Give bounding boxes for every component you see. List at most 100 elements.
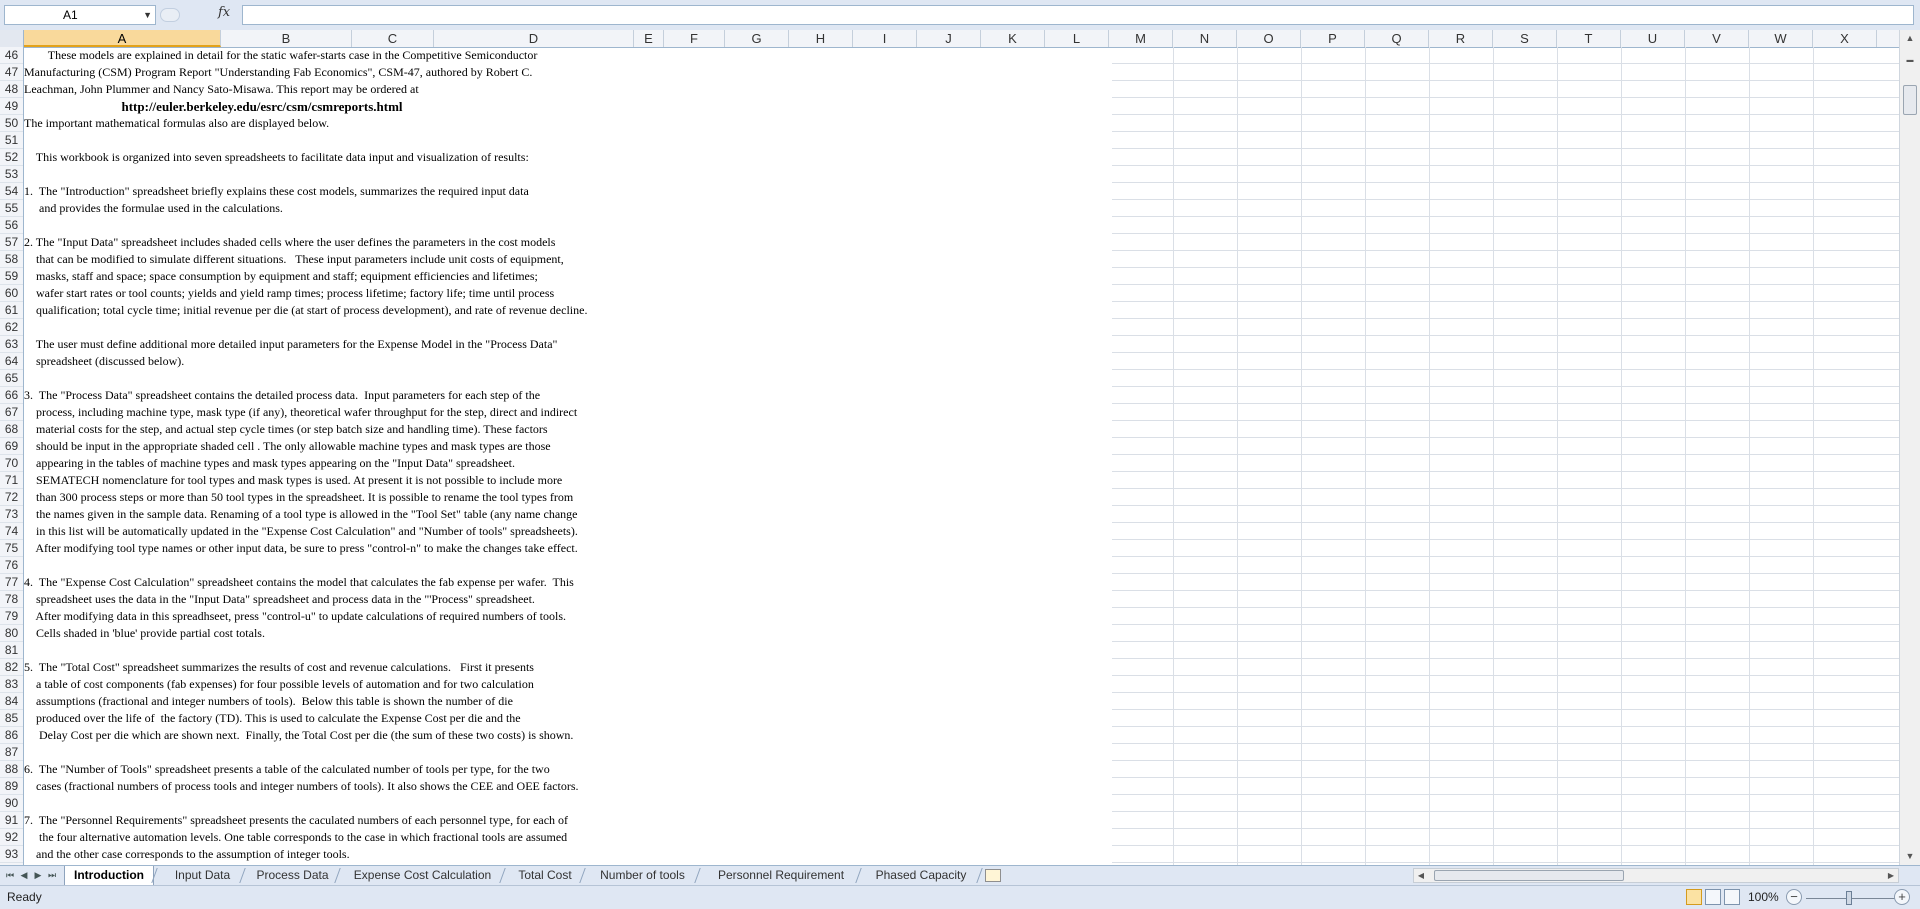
column-header-x[interactable]: X: [1813, 30, 1877, 47]
row-header[interactable]: 62: [0, 319, 23, 336]
row-header[interactable]: 75: [0, 540, 23, 557]
report-url-cell[interactable]: http://euler.berkeley.edu/esrc/csm/csmre…: [24, 98, 403, 115]
first-sheet-icon[interactable]: ⏮: [4, 868, 16, 882]
formula-bar-resize-handle[interactable]: [160, 8, 180, 22]
zoom-slider-thumb[interactable]: [1846, 891, 1852, 905]
row-header[interactable]: 85: [0, 710, 23, 727]
text-cell[interactable]: 6. The "Number of Tools" spreadsheet pre…: [24, 761, 550, 778]
prev-sheet-icon[interactable]: ◀: [18, 868, 30, 882]
row-header[interactable]: 88: [0, 761, 23, 778]
text-cell[interactable]: Cells shaded in 'blue' provide partial c…: [24, 625, 265, 642]
page-break-preview-button[interactable]: [1724, 889, 1740, 905]
row-header[interactable]: 84: [0, 693, 23, 710]
text-cell[interactable]: spreadsheet (discussed below).: [24, 353, 184, 370]
text-cell[interactable]: material costs for the step, and actual …: [24, 421, 548, 438]
text-cell[interactable]: The important mathematical formulas also…: [24, 115, 329, 132]
sheet-tab-process-data[interactable]: Process Data: [250, 866, 335, 885]
scroll-down-icon[interactable]: ▼: [1900, 848, 1920, 865]
row-header[interactable]: 60: [0, 285, 23, 302]
text-cell[interactable]: These models are explained in detail for…: [24, 47, 538, 64]
split-handle[interactable]: ▬: [1900, 52, 1920, 69]
row-header[interactable]: 59: [0, 268, 23, 285]
row-header[interactable]: 48: [0, 81, 23, 98]
row-header[interactable]: 74: [0, 523, 23, 540]
formula-input[interactable]: [242, 5, 1914, 25]
row-header[interactable]: 76: [0, 557, 23, 574]
text-cell[interactable]: process, including machine type, mask ty…: [24, 404, 577, 421]
scroll-up-icon[interactable]: ▲: [1900, 30, 1920, 47]
text-cell[interactable]: 2. The "Input Data" spreadsheet includes…: [24, 234, 555, 251]
column-header-r[interactable]: R: [1429, 30, 1493, 47]
column-header-i[interactable]: I: [853, 30, 917, 47]
row-header[interactable]: 83: [0, 676, 23, 693]
text-cell[interactable]: 3. The "Process Data" spreadsheet contai…: [24, 387, 540, 404]
insert-sheet-icon[interactable]: [985, 869, 1001, 882]
text-cell[interactable]: qualification; total cycle time; initial…: [24, 302, 587, 319]
text-cell[interactable]: masks, staff and space; space consumptio…: [24, 268, 538, 285]
sheet-tab-expense-cost-calculation[interactable]: Expense Cost Calculation: [345, 866, 500, 885]
vertical-scroll-thumb[interactable]: [1903, 85, 1917, 115]
scroll-left-icon[interactable]: ◀: [1414, 869, 1428, 882]
row-header[interactable]: 87: [0, 744, 23, 761]
row-header[interactable]: 58: [0, 251, 23, 268]
zoom-slider-track[interactable]: [1806, 898, 1904, 899]
row-header[interactable]: 49: [0, 98, 23, 115]
sheet-tab-introduction[interactable]: Introduction: [64, 866, 154, 885]
column-header-e[interactable]: E: [634, 30, 664, 47]
column-header-m[interactable]: M: [1109, 30, 1173, 47]
text-cell[interactable]: After modifying data in this spreadhseet…: [24, 608, 566, 625]
row-header[interactable]: 78: [0, 591, 23, 608]
column-header-g[interactable]: G: [725, 30, 789, 47]
scroll-right-icon[interactable]: ▶: [1884, 869, 1898, 882]
row-header[interactable]: 46: [0, 47, 23, 64]
row-header[interactable]: 82: [0, 659, 23, 676]
text-cell[interactable]: 7. The "Personnel Requirements" spreadsh…: [24, 812, 568, 829]
insert-function-icon[interactable]: fx: [218, 5, 230, 20]
column-header-b[interactable]: B: [221, 30, 352, 47]
row-header[interactable]: 89: [0, 778, 23, 795]
sheet-tab-input-data[interactable]: Input Data: [165, 866, 240, 885]
text-cell[interactable]: the four alternative automation levels. …: [24, 829, 567, 846]
row-header[interactable]: 65: [0, 370, 23, 387]
text-cell[interactable]: and provides the formulae used in the ca…: [24, 200, 283, 217]
column-header-h[interactable]: H: [789, 30, 853, 47]
row-header[interactable]: 66: [0, 387, 23, 404]
next-sheet-icon[interactable]: ▶: [32, 868, 44, 882]
row-header[interactable]: 53: [0, 166, 23, 183]
row-header[interactable]: 86: [0, 727, 23, 744]
text-cell[interactable]: The user must define additional more det…: [24, 336, 558, 353]
row-header[interactable]: 77: [0, 574, 23, 591]
column-header-s[interactable]: S: [1493, 30, 1557, 47]
text-cell[interactable]: Leachman, John Plummer and Nancy Sato-Mi…: [24, 81, 419, 98]
column-header-k[interactable]: K: [981, 30, 1045, 47]
row-header[interactable]: 69: [0, 438, 23, 455]
row-header[interactable]: 92: [0, 829, 23, 846]
worksheet-grid[interactable]: These models are explained in detail for…: [24, 47, 1899, 865]
column-header-o[interactable]: O: [1237, 30, 1301, 47]
row-header[interactable]: 73: [0, 506, 23, 523]
column-header-l[interactable]: L: [1045, 30, 1109, 47]
zoom-out-icon[interactable]: −: [1786, 889, 1802, 905]
row-header[interactable]: 90: [0, 795, 23, 812]
text-cell[interactable]: 4. The "Expense Cost Calculation" spread…: [24, 574, 574, 591]
column-header-u[interactable]: U: [1621, 30, 1685, 47]
text-cell[interactable]: appearing in the tables of machine types…: [24, 455, 515, 472]
text-cell[interactable]: spreadsheet uses the data in the "Input …: [24, 591, 535, 608]
row-header[interactable]: 63: [0, 336, 23, 353]
row-header[interactable]: 56: [0, 217, 23, 234]
row-header[interactable]: 61: [0, 302, 23, 319]
text-cell[interactable]: than 300 process steps or more than 50 t…: [24, 489, 573, 506]
row-header[interactable]: 54: [0, 183, 23, 200]
row-header[interactable]: 91: [0, 812, 23, 829]
column-header-a[interactable]: A: [24, 30, 221, 47]
normal-view-button[interactable]: [1686, 889, 1702, 905]
column-header-p[interactable]: P: [1301, 30, 1365, 47]
column-header-j[interactable]: J: [917, 30, 981, 47]
text-cell[interactable]: a table of cost components (fab expenses…: [24, 676, 534, 693]
chevron-down-icon[interactable]: ▼: [143, 6, 152, 24]
sheet-tab-total-cost[interactable]: Total Cost: [510, 866, 580, 885]
horizontal-scroll-thumb[interactable]: [1434, 870, 1624, 881]
select-all-button[interactable]: [0, 30, 24, 47]
row-header[interactable]: 51: [0, 132, 23, 149]
zoom-in-icon[interactable]: +: [1894, 889, 1910, 905]
